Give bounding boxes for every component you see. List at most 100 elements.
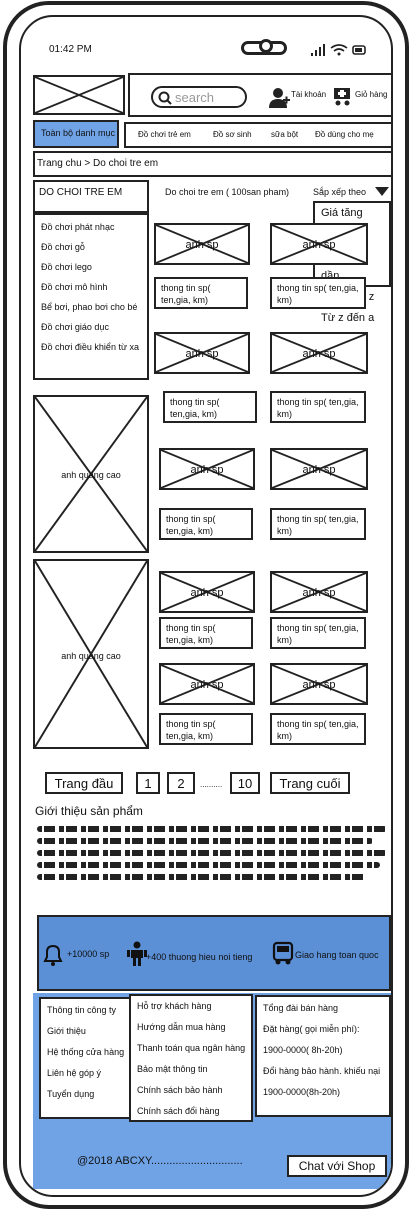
nav-item-mother[interactable]: Đồ dùng cho mẹ (315, 130, 374, 139)
account-label[interactable]: Tài khoản (291, 90, 326, 99)
page-button[interactable]: 2 (167, 772, 195, 794)
product-image-label: anh sp (185, 239, 219, 251)
product-image[interactable]: anh sp (159, 448, 255, 490)
product-image[interactable]: anh sp (159, 663, 255, 705)
product-image[interactable]: anh sp (270, 223, 368, 265)
product-image[interactable]: anh sp (270, 448, 368, 490)
bell-icon (43, 944, 63, 966)
truck-icon (272, 941, 294, 965)
category-item[interactable]: Bể bơi, phao bơi cho bé (35, 297, 147, 317)
category-item[interactable]: Đồ chơi phát nhạc (35, 217, 147, 237)
product-image[interactable]: anh sp (270, 663, 368, 705)
footer-link[interactable]: Bảo mật thông tin (131, 1059, 251, 1080)
logo-placeholder[interactable] (33, 75, 125, 115)
footer-column-support: Hỗ trợ khách hàng Hướng dẫn mua hàng Tha… (129, 994, 253, 1122)
camera-icon (259, 39, 273, 53)
chevron-down-icon[interactable] (375, 187, 389, 197)
page-button[interactable]: 1 (136, 772, 160, 794)
copyright: @2018 ABCXY.............................… (77, 1155, 243, 1167)
product-info[interactable]: thong tin sp( ten,gia, km) (270, 391, 366, 423)
footer-link[interactable]: Hướng dẫn mua hàng (131, 1017, 251, 1038)
footer-column-company: Thông tin công ty Giới thiệu Hệ thống cử… (39, 997, 131, 1119)
ad-banner[interactable]: anh quang cao (33, 395, 149, 553)
category-item[interactable]: Đồ chơi điều khiển từ xa (35, 337, 147, 357)
last-page-button[interactable]: Trang cuối (270, 772, 350, 794)
screen: 01:42 PM search Tài khoản Giỏ hàng Toàn … (19, 15, 393, 1197)
footer-link[interactable]: Giới thiệu (41, 1021, 129, 1042)
ad-label: anh quang cao (61, 651, 121, 661)
product-image[interactable]: anh sp (154, 332, 250, 374)
product-info[interactable]: thong tin sp( ten,gia, km) (270, 508, 366, 540)
product-image-label: anh sp (302, 679, 336, 691)
page-button[interactable]: 10 (230, 772, 260, 794)
product-image[interactable]: anh sp (270, 332, 368, 374)
product-info[interactable]: thong tin sp( ten,gia, km) (154, 277, 248, 309)
first-page-button[interactable]: Trang đầu (45, 772, 123, 794)
breadcrumb[interactable]: Trang chu > Do choi tre em (33, 151, 391, 177)
product-image[interactable]: anh sp (270, 571, 368, 613)
product-info[interactable]: thong tin sp( ten,gia, km) (270, 277, 366, 309)
nav-item-toys[interactable]: Đồ chơi trẻ em (138, 130, 191, 139)
category-item[interactable]: Đồ chơi lego (35, 257, 147, 277)
footer-link[interactable]: Liên hệ góp ý (41, 1063, 129, 1084)
product-image-label: anh sp (302, 587, 336, 599)
footer-column-hotline: Tổng đài bán hàng Đặt hàng( gọi miễn phí… (255, 995, 391, 1117)
intro-title: Giới thiệu sản phẩm (35, 804, 143, 818)
footer-text: Đổi hàng bảo hành. khiếu nại (263, 1066, 381, 1076)
listing-summary: Do choi tre em ( 100san pham) (165, 187, 290, 197)
category-list: Đồ chơi phát nhạc Đồ chơi gỗ Đồ chơi leg… (33, 213, 149, 380)
footer-link[interactable]: Hỗ trợ khách hàng (131, 996, 251, 1017)
sort-option[interactable]: Từ z đến a (321, 308, 383, 329)
status-time: 01:42 PM (49, 44, 92, 55)
user-add-icon[interactable] (269, 87, 291, 109)
ad-label: anh quang cao (61, 470, 121, 480)
feature-text: +10000 sp (67, 949, 110, 959)
footer-text: 1900-0000(8h-20h) (263, 1087, 341, 1097)
product-image-label: anh sp (190, 464, 224, 476)
category-item[interactable]: Đồ chơi gỗ (35, 237, 147, 257)
intro-text (37, 820, 387, 886)
product-info[interactable]: thong tin sp( ten,gia, km) (163, 391, 257, 423)
search-icon (158, 91, 172, 105)
sidebar-title: DO CHOI TRE EM (33, 180, 149, 213)
features-banner: +10000 sp +400 thuong hieu noi tieng Gia… (37, 915, 391, 991)
footer-link[interactable]: Thông tin công ty (41, 1000, 129, 1021)
product-info[interactable]: thong tin sp( ten,gia, km) (159, 508, 253, 540)
footer-link[interactable]: Chính sách bảo hành (131, 1080, 251, 1101)
footer-link[interactable]: Hệ thống cửa hàng (41, 1042, 129, 1063)
nav-item-newborn[interactable]: Đồ sơ sinh (213, 130, 252, 139)
category-item[interactable]: Đồ chơi giáo dục (35, 317, 147, 337)
product-image-label: anh sp (302, 348, 336, 360)
feature-text: Giao hang toan quoc (295, 950, 379, 960)
search-input[interactable]: search (175, 90, 214, 105)
product-image-label: anh sp (302, 464, 336, 476)
footer-link[interactable]: Thanh toán qua ngân hàng (131, 1038, 251, 1059)
footer-text: 1900-0000( 8h-20h) (263, 1045, 343, 1055)
cart-icon[interactable] (332, 85, 354, 107)
product-image-label: anh sp (190, 679, 224, 691)
product-info[interactable]: thong tin sp( ten,gia, km) (159, 713, 253, 745)
product-image-label: anh sp (302, 239, 336, 251)
footer-link[interactable]: Chính sách đổi hàng (131, 1101, 251, 1122)
footer-text: Đặt hàng( gọi miễn phí): (263, 1024, 360, 1034)
all-categories-button[interactable]: Toàn bộ danh mục (33, 120, 119, 148)
feature-text: +400 thuong hieu noi tieng (146, 952, 253, 962)
status-icons (311, 44, 366, 56)
sort-label[interactable]: Sắp xếp theo (313, 187, 366, 197)
ad-banner[interactable]: anh quang cao (33, 559, 149, 749)
search-box[interactable]: search (151, 86, 247, 108)
product-image[interactable]: anh sp (154, 223, 250, 265)
category-item[interactable]: Đồ chơi mô hình (35, 277, 147, 297)
pagination-ellipsis: .......... (200, 780, 223, 789)
footer-text: Tổng đài bán hàng (263, 1003, 339, 1013)
product-image[interactable]: anh sp (159, 571, 255, 613)
product-info[interactable]: thong tin sp( ten,gia, km) (159, 617, 253, 649)
product-image-label: anh sp (185, 348, 219, 360)
product-info[interactable]: thong tin sp( ten,gia, km) (270, 617, 366, 649)
product-info[interactable]: thong tin sp( ten,gia, km) (270, 713, 366, 745)
chat-button[interactable]: Chat với Shop (287, 1155, 387, 1177)
product-image-label: anh sp (190, 587, 224, 599)
nav-item-milk[interactable]: sữa bột (271, 130, 298, 139)
footer-link[interactable]: Tuyển dụng (41, 1084, 129, 1105)
cart-label[interactable]: Giỏ hàng (355, 90, 387, 99)
